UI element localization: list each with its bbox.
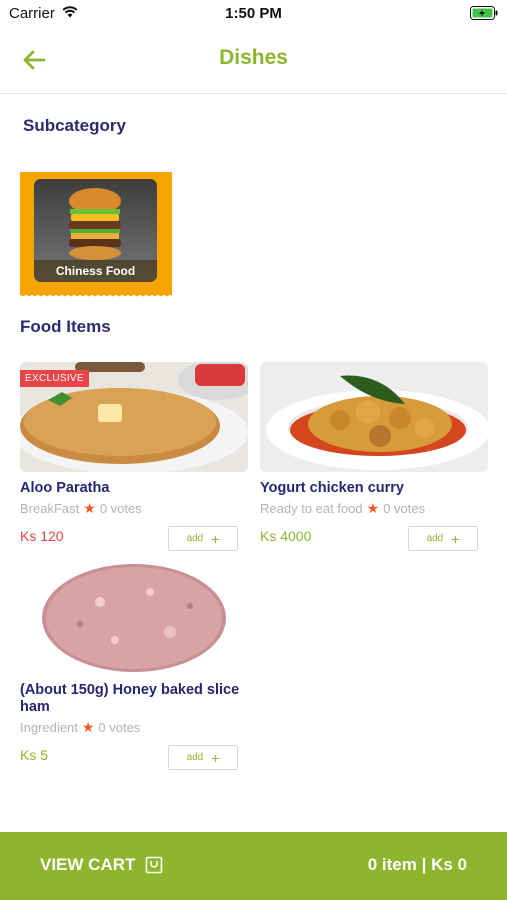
- subcategory-card[interactable]: Chiness Food: [20, 172, 172, 298]
- cart-summary: 0 item | Ks 0: [367, 855, 467, 874]
- food-card-aloo-paratha[interactable]: EXCLUSIVE Aloo Paratha BreakFast ★ 0 vot…: [20, 362, 248, 552]
- star-icon: ★: [81, 719, 95, 735]
- shopping-bag-icon: [146, 856, 163, 874]
- add-button[interactable]: add +: [168, 745, 238, 770]
- food-image: EXCLUSIVE: [20, 362, 248, 472]
- cart-bar: VIEW CART 0 item | Ks 0: [0, 832, 507, 900]
- food-price: Ks 4000: [260, 528, 312, 544]
- subcategory-heading: Subcategory: [23, 116, 126, 135]
- food-votes: 0 votes: [98, 720, 141, 735]
- food-items-heading: Food Items: [20, 317, 111, 336]
- view-cart-button[interactable]: VIEW CART: [40, 855, 163, 875]
- status-bar: Carrier 1:50 PM: [0, 0, 507, 28]
- plus-icon: +: [211, 530, 220, 547]
- food-price: Ks 120: [20, 528, 64, 544]
- food-footer: Ks 120 add +: [20, 526, 248, 552]
- add-button[interactable]: add +: [408, 526, 478, 551]
- food-meta: Ready to eat food ★ 0 votes: [260, 500, 488, 517]
- food-name: (About 150g) Honey baked slice ham: [20, 682, 240, 715]
- exclusive-badge: EXCLUSIVE: [20, 370, 89, 387]
- add-button[interactable]: add +: [168, 526, 238, 551]
- food-card-honey-baked-ham[interactable]: (About 150g) Honey baked slice ham Ingre…: [20, 562, 248, 771]
- add-label: add: [426, 533, 444, 544]
- food-price: Ks 5: [20, 747, 49, 763]
- food-footer: Ks 5 add +: [20, 745, 248, 771]
- food-votes: 0 votes: [99, 501, 142, 516]
- food-image: [260, 362, 488, 472]
- food-footer: Ks 4000 add +: [260, 526, 488, 552]
- food-category: Ingredient: [20, 720, 78, 735]
- nav-bar: Dishes: [0, 28, 507, 94]
- food-card-yogurt-chicken-curry[interactable]: Yogurt chicken curry Ready to eat food ★…: [260, 362, 488, 552]
- food-name: Aloo Paratha: [20, 480, 110, 496]
- plus-icon: +: [451, 530, 460, 547]
- food-meta: BreakFast ★ 0 votes: [20, 500, 248, 517]
- add-label: add: [186, 533, 204, 544]
- food-category: BreakFast: [20, 501, 80, 516]
- page-title: Dishes: [219, 46, 288, 69]
- plus-icon: +: [211, 749, 220, 766]
- view-cart-label: VIEW CART: [40, 855, 136, 874]
- subcategory-image: Chiness Food: [34, 179, 157, 282]
- subcategory-label: Chiness Food: [34, 260, 157, 282]
- food-category: Ready to eat food: [260, 501, 363, 516]
- star-icon: ★: [366, 500, 380, 516]
- food-name: Yogurt chicken curry: [260, 480, 404, 496]
- food-meta: Ingredient ★ 0 votes: [20, 719, 248, 736]
- add-label: add: [186, 752, 204, 763]
- status-time: 1:50 PM: [225, 5, 282, 22]
- food-votes: 0 votes: [383, 501, 426, 516]
- star-icon: ★: [83, 500, 96, 516]
- food-image: [20, 562, 248, 674]
- battery-icon: [470, 6, 498, 24]
